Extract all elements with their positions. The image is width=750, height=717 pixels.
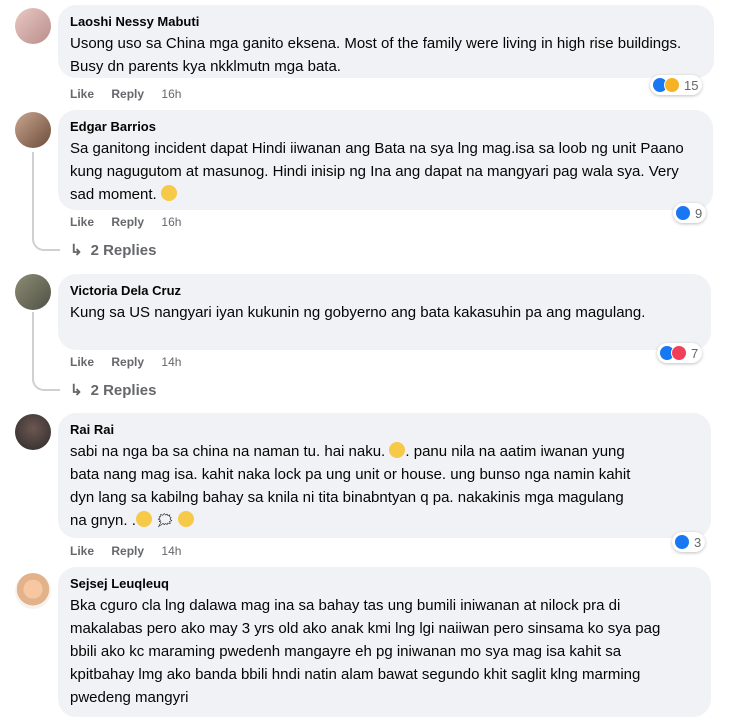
comment-text-part: . panu nila na aatim iwanan yung	[405, 443, 625, 460]
comment-bubble: Victoria Dela Cruz Kung sa US nangyari i…	[58, 274, 711, 350]
speech-bubble-emoji-icon: 🗯	[156, 512, 174, 528]
thread-curve	[32, 237, 60, 251]
comment-bubble: Edgar Barrios Sa ganitong incident dapat…	[58, 110, 713, 210]
crying-face-emoji-icon	[160, 185, 177, 201]
thread-line	[32, 152, 34, 237]
sad-reaction-icon	[664, 77, 680, 93]
comment-text: Bka cguro cla lng dalawa mag ina sa baha…	[70, 597, 661, 706]
avatar[interactable]	[15, 573, 51, 609]
reaction-summary[interactable]: 3	[672, 532, 706, 552]
avatar[interactable]	[15, 414, 51, 450]
comment-author[interactable]: Victoria Dela Cruz	[70, 282, 699, 299]
comment-time[interactable]: 16h	[161, 215, 181, 229]
comment-author[interactable]: Edgar Barrios	[70, 118, 701, 135]
comment-text-part: sabi na nga ba sa china na naman tu. hai…	[70, 443, 386, 460]
comment-text-line: bata nang mag isa. kahit naka lock pa un…	[70, 466, 631, 483]
comment-text-part: na gnyn. .	[70, 512, 136, 529]
replies-label: 2 Replies	[90, 381, 157, 399]
comment-actions: Like Reply 16h	[70, 215, 195, 229]
like-button[interactable]: Like	[70, 215, 94, 229]
angry-face-emoji-icon	[178, 511, 195, 527]
like-reaction-icon	[675, 205, 691, 221]
thread-line	[32, 312, 34, 377]
reaction-count: 15	[684, 77, 699, 93]
reaction-count: 3	[694, 534, 702, 550]
avatar[interactable]	[15, 274, 51, 310]
avatar[interactable]	[15, 112, 51, 148]
comment-author[interactable]: Laoshi Nessy Mabuti	[70, 13, 702, 30]
comment-text-line: dyn lang sa kabilng bahay sa knila ni ti…	[70, 489, 624, 506]
like-reaction-icon	[674, 534, 690, 550]
comment-time[interactable]: 16h	[161, 87, 181, 101]
comment-author[interactable]: Sejsej Leuqleuq	[70, 575, 699, 592]
reaction-count: 9	[695, 205, 703, 221]
comment-actions: Like Reply 14h	[70, 544, 195, 558]
replies-label: 2 Replies	[90, 241, 157, 259]
reply-arrow-icon: ↳	[70, 242, 83, 259]
reaction-summary[interactable]: 7	[657, 343, 703, 363]
reply-arrow-icon: ↳	[70, 382, 83, 399]
view-replies-link[interactable]: ↳ 2 Replies	[70, 381, 157, 400]
view-replies-link[interactable]: ↳ 2 Replies	[70, 241, 157, 260]
comment-text: Usong uso sa China mga ganito eksena. Mo…	[70, 35, 682, 75]
reaction-summary[interactable]: 9	[673, 203, 707, 223]
reply-button[interactable]: Reply	[111, 215, 144, 229]
reply-button[interactable]: Reply	[111, 87, 144, 101]
like-button[interactable]: Like	[70, 87, 94, 101]
comment-text: sabi na nga ba sa china na naman tu. hai…	[70, 440, 699, 532]
comment-author[interactable]: Rai Rai	[70, 421, 699, 438]
surprised-emoji-icon	[135, 511, 152, 527]
reply-button[interactable]: Reply	[111, 355, 144, 369]
love-reaction-icon	[671, 345, 687, 361]
avatar[interactable]	[15, 8, 51, 44]
comment-text-line: sabi na nga ba sa china na naman tu. hai…	[70, 440, 699, 463]
comment-text-line: na gnyn. . 🗯	[70, 509, 699, 532]
comment-text: Kung sa US nangyari iyan kukunin ng goby…	[70, 304, 646, 321]
comment-text: Sa ganitong incident dapat Hindi iiwanan…	[70, 137, 700, 206]
like-button[interactable]: Like	[70, 544, 94, 558]
comment-bubble: Rai Rai sabi na nga ba sa china na naman…	[58, 413, 711, 538]
thread-curve	[32, 377, 60, 391]
like-button[interactable]: Like	[70, 355, 94, 369]
comment-bubble: Laoshi Nessy Mabuti Usong uso sa China m…	[58, 5, 714, 78]
rolling-eyes-emoji-icon	[389, 442, 406, 458]
comment-time[interactable]: 14h	[161, 355, 181, 369]
comment-actions: Like Reply 16h	[70, 87, 195, 101]
reaction-count: 7	[691, 345, 699, 361]
comment-actions: Like Reply 14h	[70, 355, 195, 369]
comment-bubble: Sejsej Leuqleuq Bka cguro cla lng dalawa…	[58, 567, 711, 717]
reply-button[interactable]: Reply	[111, 544, 144, 558]
reaction-summary[interactable]: 15	[650, 75, 703, 95]
comment-time[interactable]: 14h	[161, 544, 181, 558]
